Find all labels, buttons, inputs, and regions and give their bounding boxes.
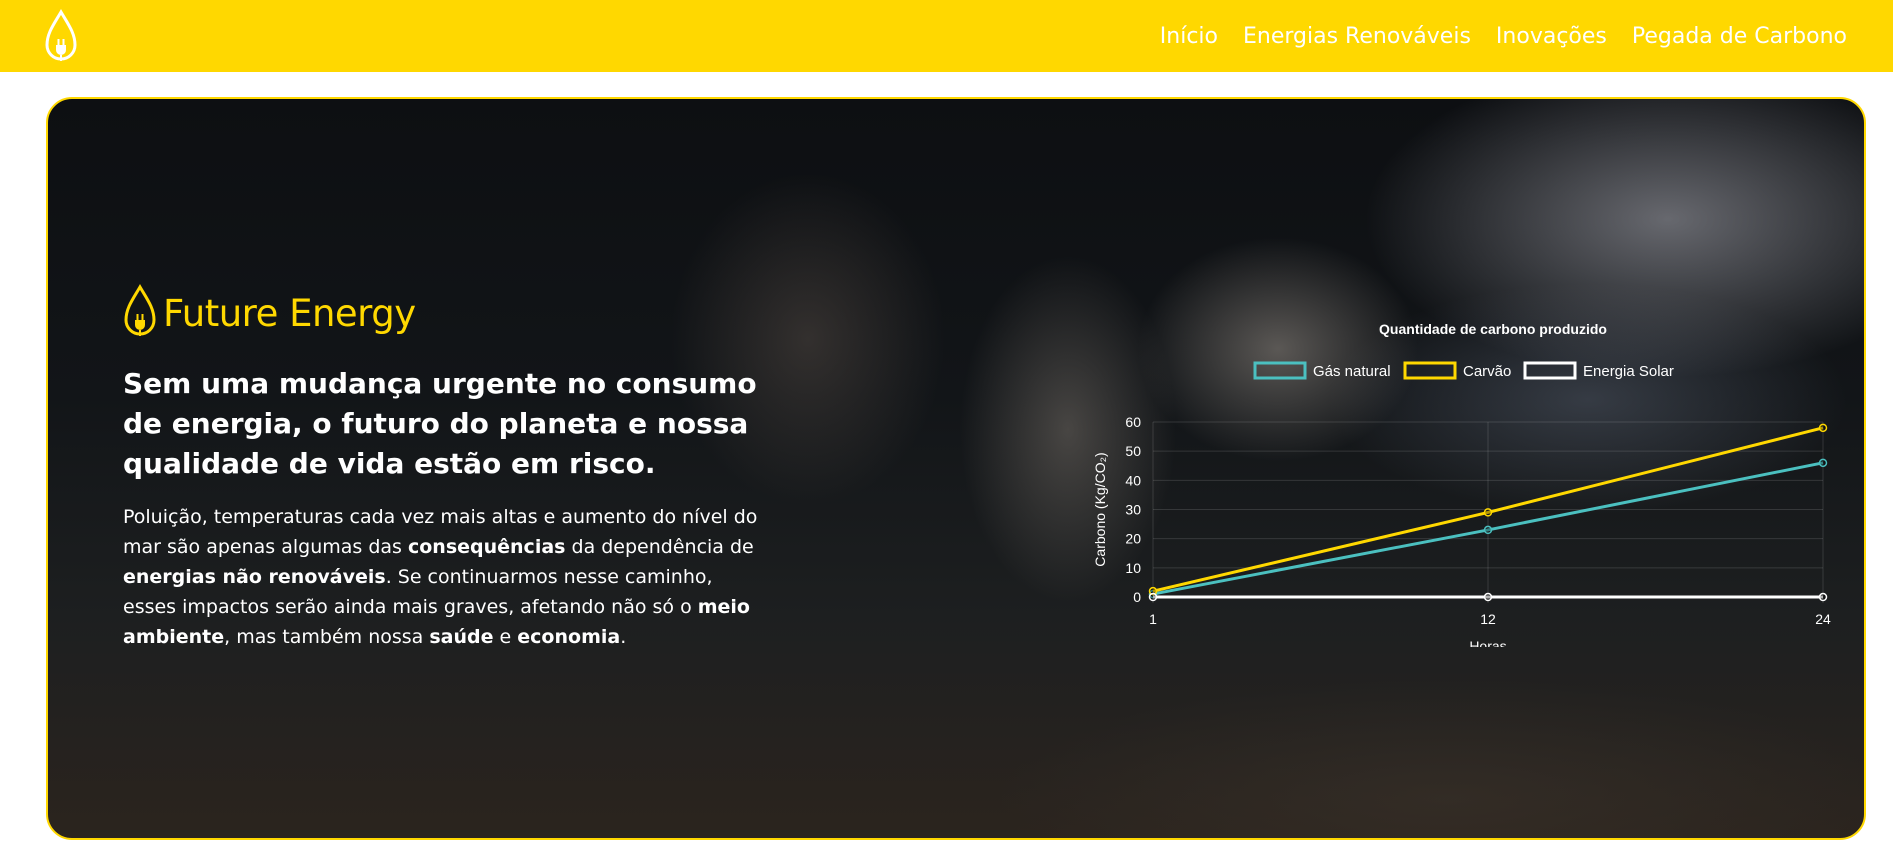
brand: Future Energy [123,284,763,342]
legend-label: Carvão [1463,363,1511,380]
brand-title: Future Energy [163,291,416,335]
legend-swatch [1403,361,1457,380]
paragraph-segment: energias não renováveis [123,566,386,588]
paragraph-segment: da dependência de [565,536,754,558]
y-tick-label: 10 [1125,560,1141,576]
nav-link-inovacoes[interactable]: Inovações [1496,24,1607,49]
y-tick-label: 0 [1133,589,1141,605]
paragraph-segment: consequências [407,536,566,558]
headline-segment: . [644,447,656,480]
hero-banner: Future Energy Sem uma mudança urgente no… [46,97,1866,840]
paragraph-segment: . [620,626,627,648]
y-tick-label: 30 [1125,502,1141,518]
data-point [1818,458,1828,468]
x-tick-label: 1 [1149,611,1157,627]
paragraph-segment: economia [517,626,621,648]
x-tick-label: 24 [1815,611,1831,627]
data-point [1148,592,1158,602]
nav-link-energias-renovaveis[interactable]: Energias Renováveis [1243,24,1471,49]
data-point [1818,423,1828,433]
nav-links: Início Energias Renováveis Inovações Peg… [1160,24,1847,49]
legend-label: Gás natural [1313,363,1391,380]
nav-link-pegada-de-carbono[interactable]: Pegada de Carbono [1632,24,1847,49]
drop-plug-icon[interactable] [44,8,78,64]
legend-swatch [1523,361,1577,380]
hero-headline: Sem uma mudança urgente no consumo de en… [123,364,763,484]
nav-link-inicio[interactable]: Início [1160,24,1218,49]
carbon-line-chart: Quantidade de carbono produzido Gás natur… [1092,321,1831,654]
top-navbar: Início Energias Renováveis Inovações Peg… [0,0,1893,72]
legend-swatch [1253,361,1307,380]
paragraph-segment: saúde [429,626,494,648]
chart-title: Quantidade de carbono produzido [1379,321,1607,337]
paragraph-segment: , mas também nossa [224,626,430,648]
y-tick-label: 60 [1125,414,1141,430]
y-axis-label: Carbono (Kg/CO₂) [1092,452,1108,566]
data-point [1818,592,1828,602]
headline-segment: energia [171,407,293,440]
paragraph-segment: e [493,626,518,648]
legend-label: Energia Solar [1583,363,1674,380]
y-tick-label: 50 [1125,443,1141,459]
headline-segment: risco [568,447,645,480]
y-tick-label: 40 [1125,472,1141,488]
hero-paragraph: Poluição, temperaturas cada vez mais alt… [123,502,763,652]
data-point [1483,592,1493,602]
data-point [1483,508,1493,517]
x-axis-label: Horas [1469,638,1506,647]
x-tick-label: 12 [1480,611,1496,627]
y-tick-label: 20 [1125,531,1141,547]
carbon-chart: Quantidade de carbono produzido Gás natur… [1083,307,1843,654]
data-point [1483,525,1493,535]
hero-text: Future Energy Sem uma mudança urgente no… [123,284,763,652]
drop-plug-icon [123,284,157,342]
